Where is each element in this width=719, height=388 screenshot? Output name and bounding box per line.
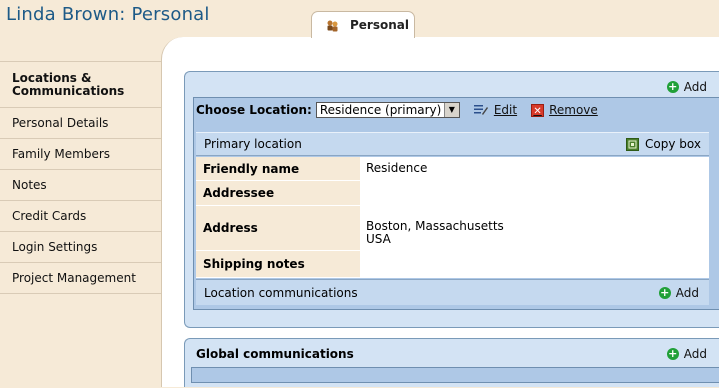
sidebar-item-label: Locations & Communications (12, 70, 125, 98)
location-panel: Choose Location: Residence (primary) ▼ E… (193, 97, 719, 310)
add-location-communication-button[interactable]: + Add (658, 286, 699, 300)
sidebar-item-label: Credit Cards (12, 209, 87, 223)
sidebar-item-login-settings[interactable]: Login Settings (0, 232, 161, 263)
location-select-value: Residence (primary) (319, 103, 442, 117)
edit-label: Edit (493, 103, 518, 117)
add-location-label: Add (683, 80, 707, 94)
add-global-communication-label: Add (683, 347, 707, 361)
page-title: Linda Brown: Personal (6, 4, 210, 25)
shipping-notes-label: Shipping notes (196, 251, 360, 277)
remove-label: Remove (549, 103, 598, 117)
location-communications-label: Location communications (204, 285, 358, 300)
add-global-communication-button[interactable]: + Add (666, 347, 707, 361)
global-communications-box: Global communications + Add (184, 338, 719, 387)
address-label: Address (196, 206, 360, 250)
address-row: Address Boston, Massachusetts USA (196, 206, 709, 251)
friendly-name-value: Residence (366, 161, 428, 175)
choose-location-label: Choose Location: (196, 103, 312, 117)
remove-location-button[interactable]: ✕ Remove (531, 103, 598, 117)
sidebar-item-notes[interactable]: Notes (0, 170, 161, 201)
sidebar-item-label: Personal Details (12, 116, 109, 130)
sidebar-item-locations-communications[interactable]: Locations & Communications (0, 62, 161, 108)
tab-personal[interactable]: Personal (311, 11, 415, 38)
primary-location-bar: Primary location Copy box (196, 132, 709, 156)
sidebar: Locations & Communications Personal Deta… (0, 61, 161, 388)
sidebar-item-label: Family Members (12, 147, 111, 161)
plus-icon: + (666, 80, 679, 93)
copy-box-button[interactable]: Copy box (626, 137, 701, 151)
remove-icon: ✕ (531, 103, 545, 117)
people-icon (326, 19, 339, 32)
copy-box-label: Copy box (645, 137, 701, 151)
dropdown-arrow-icon[interactable]: ▼ (443, 103, 459, 117)
sidebar-item-label: Notes (12, 178, 47, 192)
friendly-name-label: Friendly name (196, 157, 360, 180)
sidebar-item-label: Login Settings (12, 240, 98, 254)
choose-location-row: Choose Location: Residence (primary) ▼ E… (196, 102, 598, 118)
add-location-button[interactable]: + Add (666, 80, 707, 94)
add-location-communication-label: Add (675, 286, 699, 300)
sidebar-item-personal-details[interactable]: Personal Details (0, 108, 161, 139)
address-line-2: USA (366, 232, 391, 246)
plus-icon: + (658, 286, 671, 299)
friendly-name-row: Friendly name Residence (196, 157, 709, 181)
address-value: Boston, Massachusetts USA (360, 206, 504, 250)
locations-box: + Add Choose Location: Residence (primar… (184, 71, 719, 328)
sidebar-item-credit-cards[interactable]: Credit Cards (0, 201, 161, 232)
shipping-notes-row: Shipping notes (196, 251, 709, 278)
shipping-notes-value (360, 251, 366, 277)
location-select[interactable]: Residence (primary) ▼ (315, 102, 460, 118)
addressee-label: Addressee (196, 181, 360, 205)
addressee-row: Addressee (196, 181, 709, 206)
edit-location-button[interactable]: Edit (473, 103, 518, 117)
edit-icon (473, 104, 488, 116)
tab-label: Personal (350, 18, 409, 32)
plus-icon: + (666, 347, 679, 360)
copy-box-icon (626, 137, 640, 151)
addressee-value (360, 181, 366, 205)
sidebar-item-label: Project Management (12, 271, 136, 285)
primary-location-label: Primary location (204, 137, 302, 151)
location-details: Friendly name Residence Addressee Addres… (196, 157, 709, 278)
global-communications-panel (191, 367, 719, 383)
location-communications-bar: Location communications + Add (196, 279, 709, 305)
sidebar-item-project-management[interactable]: Project Management (0, 263, 161, 294)
global-communications-title: Global communications (196, 347, 354, 361)
sidebar-item-family-members[interactable]: Family Members (0, 139, 161, 170)
